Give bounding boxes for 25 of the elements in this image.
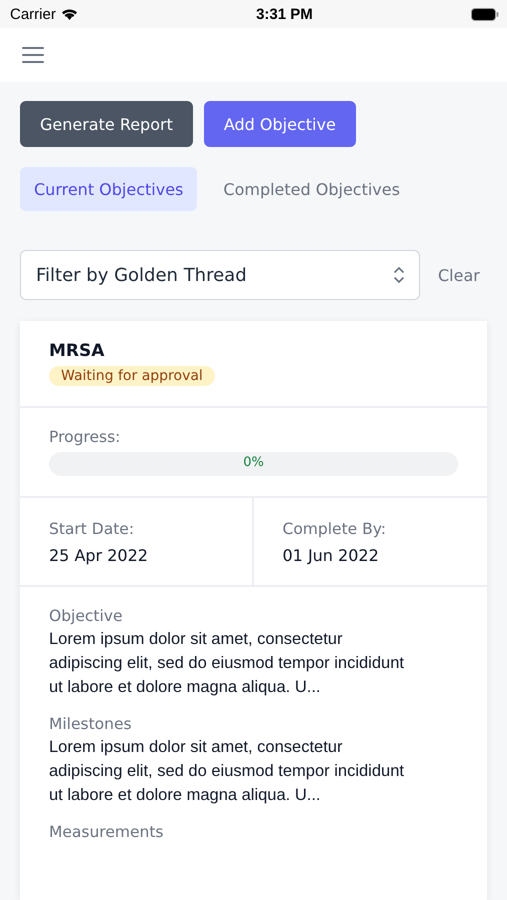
tab[interactable]: Current Objectives: [20, 167, 198, 211]
tab[interactable]: Completed Objectives: [209, 167, 414, 211]
menu-icon[interactable]: [22, 46, 44, 64]
report-button[interactable]: Generate Report: [20, 101, 193, 147]
progress-reading: 0%: [243, 455, 264, 470]
date-label: Start Date:: [49, 520, 136, 538]
progress-label: Progress:: [49, 428, 122, 446]
section-label: Objective: [49, 607, 124, 625]
section-text: Lorem ipsum dolor sit amet, consectetur adipiscing elit, sed do eiusmod tempor incididunt ut labore et dolore magna aliqua. U...: [49, 737, 405, 806]
section-label: Milestones: [49, 715, 133, 733]
section-label: Measurements: [49, 823, 164, 841]
add-button[interactable]: Add Objective: [204, 101, 356, 147]
chevron-updown-icon: [393, 265, 405, 285]
clock-time: 3:31 PM: [256, 6, 313, 22]
clear-button[interactable]: Clear: [438, 266, 480, 284]
status-tag: Waiting for approval: [49, 366, 215, 386]
carrier-label: Carrier: [10, 6, 56, 22]
date-label: Complete By:: [282, 520, 388, 538]
battery-icon: [470, 8, 499, 20]
filter-select[interactable]: Filter by Golden Thread: [20, 250, 420, 300]
section-text: Lorem ipsum dolor sit amet, consectetur adipiscing elit, sed do eiusmod tempor incididunt ut labore et dolore magna aliqua. U...: [49, 629, 405, 698]
wifi-icon: [60, 8, 78, 20]
date-value: 01 Jun 2022: [282, 546, 380, 565]
card-title: MRSA: [49, 341, 106, 361]
date-value: 25 Apr 2022: [49, 546, 149, 565]
